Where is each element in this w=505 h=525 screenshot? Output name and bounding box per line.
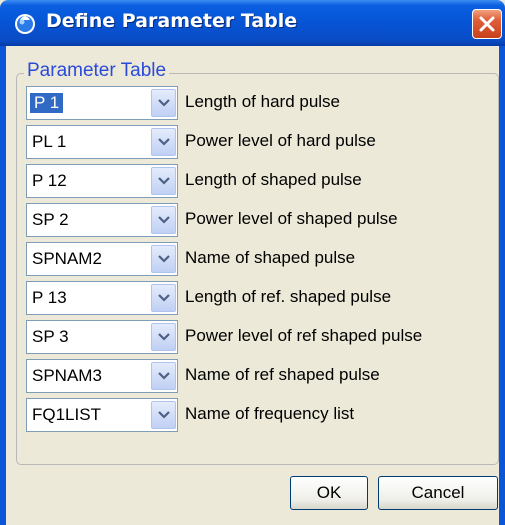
parameter-label: Power level of hard pulse (185, 131, 376, 150)
parameter-row: SPNAM2 Name of shaped pulse (26, 242, 496, 276)
chevron-down-icon (157, 99, 170, 107)
parameter-combo[interactable]: FQ1LIST (26, 398, 178, 432)
chevron-down-icon (157, 255, 170, 263)
app-droplet-icon (15, 14, 35, 34)
cancel-button[interactable]: Cancel (378, 476, 498, 510)
parameter-row: SP 3 Power level of ref shaped pulse (26, 320, 496, 354)
window-title: Define Parameter Table (46, 10, 298, 32)
parameter-combo[interactable]: P 1 (26, 86, 178, 120)
parameter-label: Length of ref. shaped pulse (185, 287, 392, 306)
parameter-row: P 1 Length of hard pulse (26, 86, 496, 120)
parameter-combo[interactable]: SP 3 (26, 320, 178, 354)
combo-value: FQ1LIST (32, 405, 101, 424)
parameter-row: FQ1LIST Name of frequency list (26, 398, 496, 432)
parameter-label: Power level of shaped pulse (185, 209, 398, 228)
group-legend: Parameter Table (24, 60, 170, 82)
combo-value: PL 1 (32, 132, 67, 151)
parameter-row: P 13 Length of ref. shaped pulse (26, 281, 496, 315)
chevron-down-icon (157, 372, 170, 380)
chevron-down-icon (157, 177, 170, 185)
parameter-combo[interactable]: SPNAM2 (26, 242, 178, 276)
dialog-window: Define Parameter Table Parameter Table P… (0, 0, 505, 525)
parameter-row: PL 1 Power level of hard pulse (26, 125, 496, 159)
window-frame-left (0, 46, 6, 525)
parameter-row: SP 2 Power level of shaped pulse (26, 203, 496, 237)
combo-value: SP 2 (32, 210, 69, 229)
parameter-label: Length of shaped pulse (185, 170, 362, 189)
chevron-down-icon (157, 294, 170, 302)
combo-value: SPNAM2 (32, 249, 102, 268)
dropdown-button[interactable] (151, 284, 176, 312)
combo-value: P 13 (32, 288, 67, 307)
dropdown-button[interactable] (151, 167, 176, 195)
dropdown-button[interactable] (151, 128, 176, 156)
parameter-label: Name of shaped pulse (185, 248, 356, 267)
parameter-combo[interactable]: P 12 (26, 164, 178, 198)
combo-value: SP 3 (32, 327, 69, 346)
chevron-down-icon (157, 333, 170, 341)
parameter-label: Name of frequency list (185, 404, 355, 423)
combo-value: P 1 (30, 93, 64, 113)
close-button[interactable] (472, 9, 502, 39)
dropdown-button[interactable] (151, 323, 176, 351)
parameter-row: SPNAM3 Name of ref shaped pulse (26, 359, 496, 393)
window-frame-right (499, 46, 505, 525)
parameter-combo[interactable]: PL 1 (26, 125, 178, 159)
dropdown-button[interactable] (151, 245, 176, 273)
close-x-icon (479, 16, 495, 32)
dropdown-button[interactable] (151, 206, 176, 234)
combo-value: P 12 (32, 171, 67, 190)
parameter-label: Name of ref shaped pulse (185, 365, 380, 384)
dropdown-button[interactable] (151, 362, 176, 390)
parameter-combo[interactable]: SPNAM3 (26, 359, 178, 393)
chevron-down-icon (157, 411, 170, 419)
parameter-combo[interactable]: SP 2 (26, 203, 178, 237)
title-bar[interactable]: Define Parameter Table (0, 0, 505, 46)
parameter-row: P 12 Length of shaped pulse (26, 164, 496, 198)
parameter-label: Power level of ref shaped pulse (185, 326, 423, 345)
chevron-down-icon (157, 216, 170, 224)
chevron-down-icon (157, 138, 170, 146)
combo-value: SPNAM3 (32, 366, 102, 385)
parameter-label: Length of hard pulse (185, 92, 341, 111)
ok-button[interactable]: OK (290, 476, 368, 510)
parameter-combo[interactable]: P 13 (26, 281, 178, 315)
dropdown-button[interactable] (151, 89, 176, 117)
dropdown-button[interactable] (151, 401, 176, 429)
